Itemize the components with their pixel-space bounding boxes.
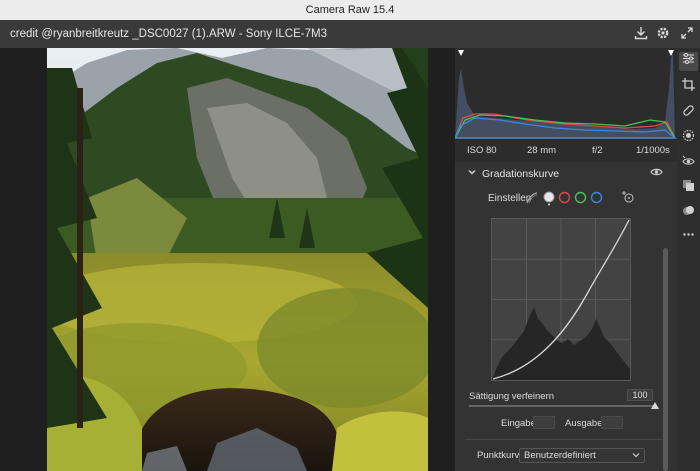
rgb-channel-icon[interactable] — [542, 190, 556, 209]
chevron-down-icon[interactable] — [467, 167, 477, 180]
presets-icon[interactable] — [679, 179, 698, 198]
file-name: credit @ryanbreitkreutz _DSC0027 (1).ARW… — [10, 28, 327, 40]
file-header: credit @ryanbreitkreutz _DSC0027 (1).ARW… — [0, 20, 700, 48]
punktkurve-select[interactable]: Benutzerdefiniert — [519, 448, 645, 463]
slider-track[interactable] — [469, 405, 655, 407]
input-field[interactable] — [533, 416, 555, 429]
window-title-bar: Camera Raw 15.4 — [0, 0, 700, 20]
saturation-slider-row: Sättigung verfeinern 100 — [455, 388, 677, 410]
shutter-value: 1/1000s — [636, 145, 670, 156]
healing-brush-icon[interactable] — [679, 104, 698, 123]
histogram[interactable] — [453, 48, 677, 140]
camera-info-bar: ISO 80 28 mm f/2 1/1000s — [455, 140, 677, 162]
input-output-row: Eingabe: Ausgabe: — [455, 416, 677, 432]
focal-length-value: 28 mm — [527, 145, 557, 156]
eye-icon[interactable] — [650, 167, 663, 180]
fullscreen-icon[interactable] — [679, 26, 695, 42]
gear-icon[interactable] — [655, 26, 671, 42]
green-channel-icon[interactable] — [574, 191, 587, 207]
snapshots-icon[interactable] — [679, 204, 698, 223]
masking-icon[interactable] — [679, 129, 698, 148]
slider-thumb[interactable] — [651, 402, 659, 409]
more-icon[interactable] — [679, 228, 698, 247]
image-canvas[interactable] — [0, 48, 455, 471]
red-eye-icon[interactable] — [679, 155, 698, 174]
output-field[interactable] — [601, 416, 623, 429]
channel-selector: Einstellen — [455, 190, 677, 208]
slider-label: Sättigung verfeinern — [469, 391, 555, 402]
divider — [465, 439, 665, 440]
save-icon[interactable] — [633, 26, 649, 42]
section-title: Gradationskurve — [482, 168, 560, 180]
edit-panel: ISO 80 28 mm f/2 1/1000s Gradationskurve… — [453, 48, 677, 471]
chevron-down-icon — [632, 449, 640, 465]
curve-section-header[interactable]: Gradationskurve — [455, 163, 677, 185]
point-curve-row: Punktkurve Benutzerdefiniert — [455, 448, 677, 466]
edit-sliders-icon[interactable] — [679, 52, 698, 71]
red-channel-icon[interactable] — [558, 191, 571, 207]
blue-channel-icon[interactable] — [590, 191, 603, 207]
output-label: Ausgabe: — [565, 418, 606, 429]
tool-strip — [677, 48, 700, 471]
punktkurve-value: Benutzerdefiniert — [524, 450, 596, 461]
target-adjustment-icon[interactable] — [621, 190, 635, 207]
parametric-curve-icon[interactable] — [525, 191, 539, 208]
slider-value[interactable]: 100 — [627, 389, 653, 401]
tone-curve-graph[interactable] — [491, 218, 631, 381]
aperture-value: f/2 — [592, 145, 603, 156]
crop-icon[interactable] — [679, 78, 698, 97]
panel-scrollbar[interactable] — [663, 248, 668, 471]
window-title: Camera Raw 15.4 — [305, 4, 395, 16]
iso-value: ISO 80 — [467, 145, 497, 156]
photo-preview[interactable] — [47, 48, 428, 471]
punktkurve-label: Punktkurve — [477, 450, 525, 461]
